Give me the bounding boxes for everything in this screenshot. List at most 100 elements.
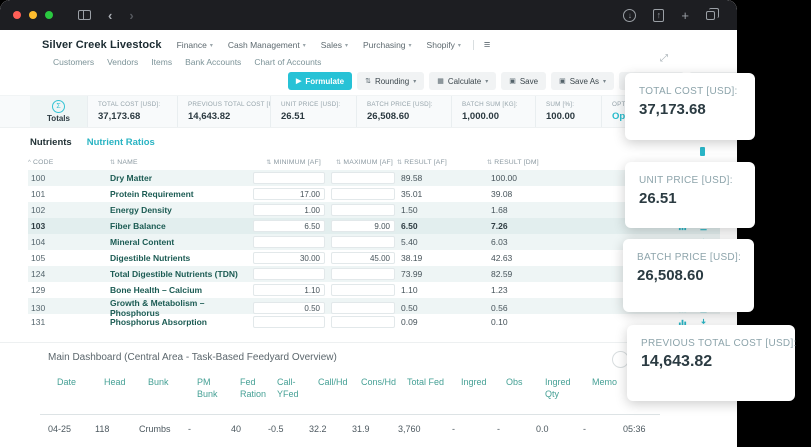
menu-shopify[interactable]: Shopify▾ — [427, 40, 461, 50]
table-row-101[interactable]: 101Protein Requirement17.0035.0139.08 — [28, 186, 720, 202]
totals-item-total-cost-usd: TOTAL COST [USD]:37,173.68 — [87, 96, 177, 127]
overlay-card-value: 14,643.82 — [641, 353, 781, 371]
card-drag-handle[interactable] — [700, 147, 705, 156]
totals-cell: Σ Totals — [30, 96, 87, 127]
min-input[interactable] — [253, 316, 325, 328]
tab-overview-icon[interactable] — [706, 11, 715, 20]
max-input[interactable] — [331, 236, 395, 248]
column-header-result-af[interactable]: ⇅RESULT [AF] — [397, 159, 487, 166]
expand-icon[interactable]: ⤢ — [660, 53, 668, 64]
table-row-129[interactable]: 129Bone Health – Calcium1.101.101.23 — [28, 282, 720, 298]
table-row-104[interactable]: 104Mineral Content5.406.03 — [28, 234, 720, 250]
dashboard-cell: 04-25 — [48, 424, 95, 434]
overlay-card-unit-price-usd[interactable]: UNIT PRICE [USD]:26.51 — [625, 162, 755, 228]
forward-icon[interactable]: › — [129, 9, 133, 22]
sort-icon: ⇅ — [365, 77, 371, 85]
min-input[interactable]: 0.50 — [253, 302, 325, 314]
tab-nutrient-ratios[interactable]: Nutrient Ratios — [87, 137, 155, 148]
max-input[interactable]: 9.00 — [331, 220, 395, 232]
table-row-103[interactable]: 103Fiber Balance6.509.006.507.26 — [28, 218, 720, 234]
menu-purchasing[interactable]: Purchasing▾ — [363, 40, 412, 50]
table-row-124[interactable]: 124Total Digestible Nutrients (TDN)73.99… — [28, 266, 720, 282]
hamburger-menu-icon[interactable]: ≡ — [484, 39, 490, 51]
zoom-button[interactable] — [45, 11, 53, 19]
max-input[interactable] — [331, 172, 395, 184]
column-header-code[interactable]: ^CODE — [28, 159, 110, 166]
max-input[interactable] — [331, 188, 395, 200]
cell-result-af: 0.50 — [397, 303, 487, 313]
table-row-105[interactable]: 105Digestible Nutrients30.0045.0038.1942… — [28, 250, 720, 266]
menu-cash-management[interactable]: Cash Management▾ — [228, 40, 306, 50]
column-header-name[interactable]: ⇅NAME — [110, 159, 245, 166]
cell-result-af: 35.01 — [397, 189, 487, 199]
button-label: Save As — [570, 77, 599, 86]
dashboard-column-ingred: Ingred — [452, 376, 497, 400]
subnav-vendors[interactable]: Vendors — [107, 57, 138, 67]
totals-item-value: 1,000.00 — [462, 111, 535, 122]
minimize-button[interactable] — [29, 11, 37, 19]
save-button[interactable]: ▣Save — [501, 72, 546, 90]
totals-item-label: TOTAL COST [USD]: — [98, 101, 177, 108]
dashboard-cell: 32.2 — [309, 424, 352, 434]
menu-finance[interactable]: Finance▾ — [177, 40, 213, 50]
min-input[interactable]: 17.00 — [253, 188, 325, 200]
subnav-customers[interactable]: Customers — [53, 57, 94, 67]
max-input[interactable] — [331, 316, 395, 328]
max-input[interactable] — [331, 268, 395, 280]
totals-item-value: 26,508.60 — [367, 111, 451, 122]
calculate-button[interactable]: ▦Calculate▾ — [429, 72, 496, 90]
table-row-131[interactable]: 131Phosphorus Absorption0.090.10 — [28, 314, 720, 330]
cell-name: Phosphorus Absorption — [110, 317, 245, 327]
column-header-label: NAME — [117, 159, 137, 166]
min-input[interactable]: 30.00 — [253, 252, 325, 264]
min-input[interactable]: 1.10 — [253, 284, 325, 296]
min-input[interactable]: 1.00 — [253, 204, 325, 216]
overlay-card-previous-total-cost-usd[interactable]: PREVIOUS TOTAL COST [USD]:14,643.82 — [627, 325, 795, 401]
column-header-maximum-af[interactable]: ⇅MAXIMUM [AF] — [325, 159, 397, 166]
subnav-chart-of-accounts[interactable]: Chart of Accounts — [254, 57, 321, 67]
max-input[interactable]: 45.00 — [331, 252, 395, 264]
tab-nutrients[interactable]: Nutrients — [30, 137, 72, 148]
overlay-card-batch-price-usd[interactable]: BATCH PRICE [USD]:26,508.60 — [623, 239, 754, 312]
min-input[interactable] — [253, 236, 325, 248]
column-header-label: RESULT [AF] — [404, 159, 447, 166]
dashboard-cell: 118 — [95, 424, 139, 434]
subnav-bank-accounts[interactable]: Bank Accounts — [185, 57, 241, 67]
back-icon[interactable]: ‹ — [108, 9, 112, 22]
table-row-130[interactable]: 130Growth & Metabolism – Phosphorus0.500… — [28, 298, 720, 314]
column-header-label: CODE — [33, 159, 53, 166]
column-header-minimum-af[interactable]: ⇅MINIMUM [AF] — [245, 159, 325, 166]
overlay-card-total-cost-usd[interactable]: TOTAL COST [USD]:37,173.68 — [625, 73, 755, 140]
min-input[interactable] — [253, 268, 325, 280]
table-row-100[interactable]: 100Dry Matter89.58100.00 — [28, 170, 720, 186]
max-input[interactable] — [331, 302, 395, 314]
save-as-button[interactable]: ▣Save As▾ — [551, 72, 614, 90]
save-icon: ▣ — [509, 77, 516, 85]
share-icon[interactable]: ↑ — [653, 9, 664, 22]
column-header-label: MAXIMUM [AF] — [343, 159, 393, 166]
app-header: Silver Creek Livestock Finance▾Cash Mana… — [0, 30, 737, 52]
menu-sales[interactable]: Sales▾ — [321, 40, 348, 50]
cell-result-af: 89.58 — [397, 173, 487, 183]
close-button[interactable] — [13, 11, 21, 19]
cell-name: Dry Matter — [110, 173, 245, 183]
subnav-items[interactable]: Items — [151, 57, 172, 67]
menu-label: Purchasing — [363, 40, 406, 50]
max-input[interactable] — [331, 204, 395, 216]
formulate-button[interactable]: ▶Formulate — [288, 72, 352, 90]
cell-result-dm: 6.03 — [487, 237, 580, 247]
cell-result-af: 6.50 — [397, 221, 487, 231]
button-label: Formulate — [305, 77, 344, 86]
min-input[interactable] — [253, 172, 325, 184]
download-icon[interactable]: ↓ — [623, 9, 636, 22]
new-tab-icon[interactable]: + — [681, 9, 689, 22]
min-input[interactable]: 6.50 — [253, 220, 325, 232]
column-header-result-dm[interactable]: ⇅RESULT [DM] — [487, 159, 580, 166]
button-label: Rounding — [375, 77, 409, 86]
max-input[interactable] — [331, 284, 395, 296]
sidebar-toggle-icon[interactable] — [78, 10, 91, 20]
rounding-button[interactable]: ⇅Rounding▾ — [357, 72, 424, 90]
table-row-102[interactable]: 102Energy Density1.001.501.68 — [28, 202, 720, 218]
cell-result-af: 1.50 — [397, 205, 487, 215]
subnav: Customers Vendors Items Bank Accounts Chart … — [0, 52, 737, 67]
